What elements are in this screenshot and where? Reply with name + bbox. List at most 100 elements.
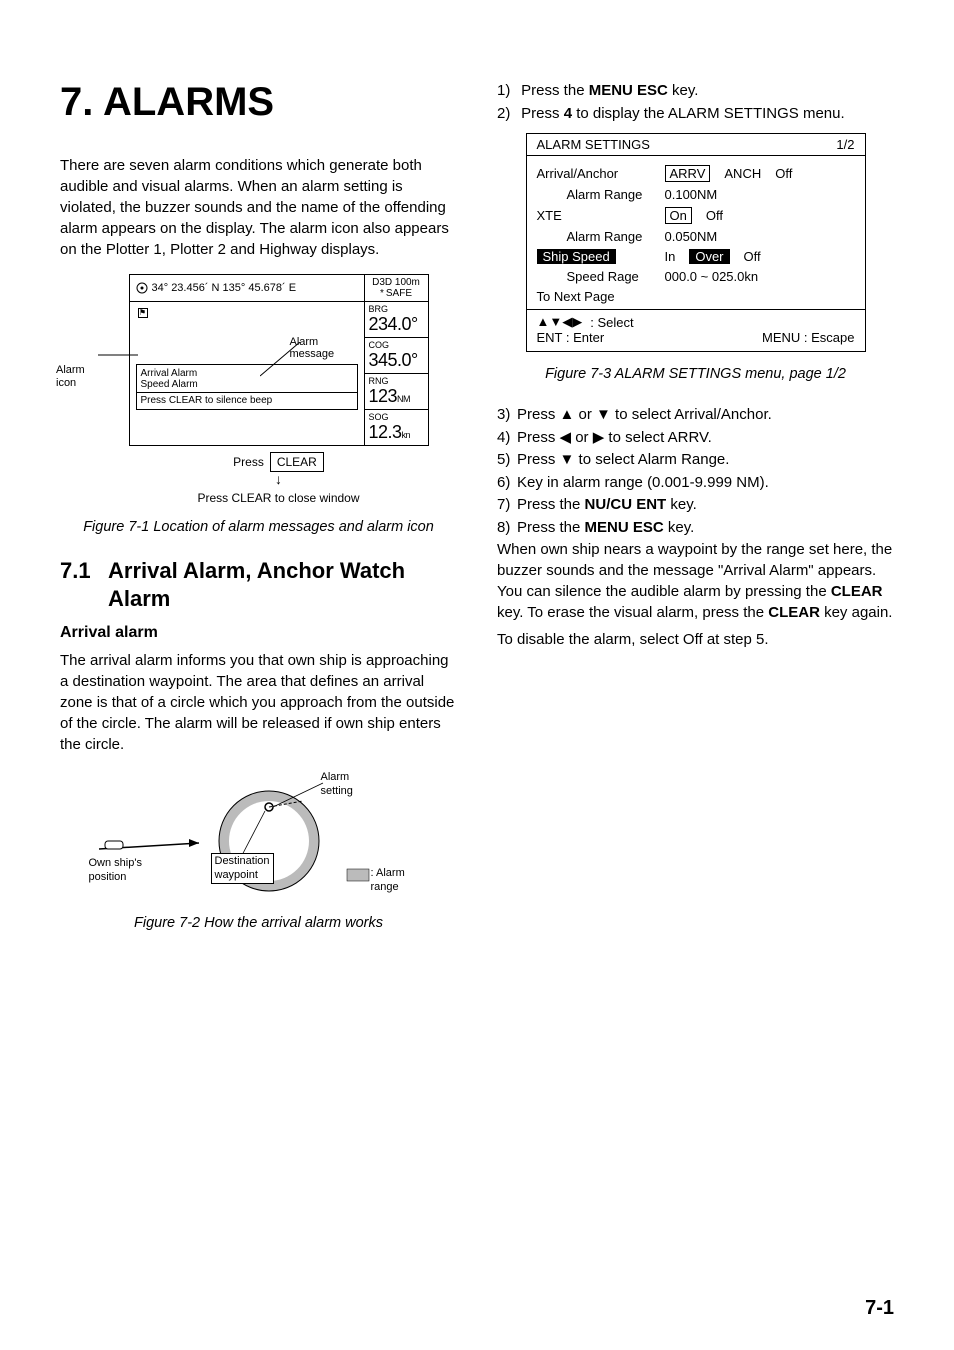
menu-opt-off[interactable]: Off <box>775 166 792 181</box>
step-1-text-a: Press the <box>521 82 589 99</box>
menu-lbl-ship-speed: Ship Speed <box>537 249 616 264</box>
fig2-alarm-range-label: : Alarm range <box>371 867 429 893</box>
menu-opt-in[interactable]: In <box>665 249 676 264</box>
trailer-1e: key again. <box>820 604 893 621</box>
fig1-alarm-icon-label-1: Alarm <box>56 364 85 376</box>
step-3-text: Press ▲ or ▼ to select Arrival/Anchor. <box>517 406 772 423</box>
step-2-text-a: Press <box>521 105 564 122</box>
section-number: 7.1 <box>60 557 108 612</box>
step-8: 8)Press the MENU ESC key. <box>497 517 894 540</box>
fig2-diagram: Alarmsetting Own ship'sposition Destinat… <box>89 771 429 901</box>
menu-lbl-range1: Alarm Range <box>537 187 665 202</box>
alarm-icon: ⚑ <box>138 308 148 318</box>
brg-label: BRG <box>369 304 424 314</box>
arrival-alarm-subheading: Arrival alarm <box>60 624 457 642</box>
trailer-paragraph-1: When own ship nears a waypoint by the ra… <box>497 539 894 623</box>
fig1-alarm-line2: Speed Alarm <box>141 379 353 390</box>
step-2-num: 2) <box>497 103 517 126</box>
step-8-c: key. <box>664 519 695 536</box>
cog-label: COG <box>369 340 424 350</box>
sog-unit: kn <box>402 430 411 440</box>
fig1-alarm-icon-label: Alarm icon <box>56 364 85 390</box>
fig1-alarm-message-box: Arrival Alarm Speed Alarm Press CLEAR to… <box>136 364 358 410</box>
alarm-settings-menu: ALARM SETTINGS 1/2 Arrival/Anchor ARRV A… <box>526 133 866 352</box>
menu-opt-arrv[interactable]: ARRV <box>665 165 711 182</box>
nav-arrows-icon: ▲▼◀▶ <box>537 314 583 330</box>
step-7-num: 7) <box>497 494 517 517</box>
brg-value: 234.0 <box>369 314 412 334</box>
menu-row-alarm-range-2[interactable]: Alarm Range 0.050NM <box>537 229 855 244</box>
step-2-text-b: to display the ALARM SETTINGS menu. <box>572 105 845 122</box>
section-title: Arrival Alarm, Anchor Watch Alarm <box>108 557 457 612</box>
menu-row-next-page[interactable]: To Next Page <box>537 289 855 304</box>
page-number: 7-1 <box>865 1297 894 1320</box>
step-5-text: Press ▼ to select Alarm Range. <box>517 451 729 468</box>
trailer-1d: CLEAR <box>768 604 820 621</box>
step-8-a: Press the <box>517 519 585 536</box>
menu-opt-over[interactable]: Over <box>689 249 729 264</box>
step-6-text: Key in alarm range (0.001-9.999 NM). <box>517 474 769 491</box>
step-4-text: Press ◀ or ▶ to select ARRV. <box>517 429 712 446</box>
step-7-b: NU/CU ENT <box>585 496 667 513</box>
fig1-caption: Figure 7-1 Location of alarm messages an… <box>60 517 457 537</box>
fig2-dest-wp-label: Destinationwaypoint <box>211 853 274 883</box>
step-7-a: Press the <box>517 496 585 513</box>
trailer-paragraph-2: To disable the alarm, select Off at step… <box>497 629 894 650</box>
step-1-bold: MENU ESC <box>589 82 668 99</box>
menu-lbl-range2: Alarm Range <box>537 229 665 244</box>
menu-val-speed-range: 000.0 ~ 025.0kn <box>665 269 759 284</box>
step-8-num: 8) <box>497 517 517 540</box>
menu-lbl-speed-range: Speed Rage <box>537 269 665 284</box>
menu-row-arrival-anchor[interactable]: Arrival/Anchor ARRV ANCH Off <box>537 165 855 182</box>
intro-paragraph: There are seven alarm conditions which g… <box>60 155 457 260</box>
arrow-down-icon: ↓ <box>100 474 457 485</box>
fig1-alarm-line1: Arrival Alarm <box>141 368 353 379</box>
menu-row-speed-range[interactable]: Speed Rage 000.0 ~ 025.0kn <box>537 269 855 284</box>
fig1-alarm-line3: Press CLEAR to silence beep <box>141 395 353 406</box>
step-1-num: 1) <box>497 80 517 103</box>
sog-label: SOG <box>369 412 424 422</box>
step-7: 7)Press the NU/CU ENT key. <box>497 494 894 517</box>
step-4-num: 4) <box>497 427 517 450</box>
fig1-press-close-label: Press CLEAR to close window <box>100 491 457 505</box>
menu-row-xte[interactable]: XTE On Off <box>537 207 855 224</box>
step-6-num: 6) <box>497 472 517 495</box>
fig1-star: * <box>380 288 384 299</box>
menu-lbl-xte: XTE <box>537 208 665 223</box>
menu-opt-speed-off[interactable]: Off <box>744 249 761 264</box>
target-icon <box>136 282 148 294</box>
fig2-alarm-setting-label: Alarmsetting <box>321 771 353 797</box>
menu-opt-xte-off[interactable]: Off <box>706 208 723 223</box>
menu-opt-anch[interactable]: ANCH <box>724 166 761 181</box>
step-1-text-b: key. <box>668 82 699 99</box>
menu-row-ship-speed[interactable]: Ship Speed In Over Off <box>537 249 855 264</box>
leader-line-icon-2 <box>98 350 142 360</box>
clear-button[interactable]: CLEAR <box>270 452 324 472</box>
fig1-display: 34° 23.456´ N 135° 45.678´ E D3D 100m * … <box>129 274 429 446</box>
rng-unit: NM <box>397 394 410 404</box>
step-3: 3)Press ▲ or ▼ to select Arrival/Anchor. <box>497 404 894 427</box>
trailer-1c: key. To erase the visual alarm, press th… <box>497 604 768 621</box>
step-1: 1) Press the MENU ESC key. <box>497 80 894 103</box>
menu-page: 1/2 <box>836 137 854 152</box>
step-5-num: 5) <box>497 449 517 472</box>
step-2-bold: 4 <box>564 105 572 122</box>
fig1-press-label: Press <box>233 455 264 469</box>
step-3-num: 3) <box>497 404 517 427</box>
menu-row-alarm-range-1[interactable]: Alarm Range 0.100NM <box>537 187 855 202</box>
menu-footer-select: : Select <box>590 315 633 330</box>
fig3-caption: Figure 7-3 ALARM SETTINGS menu, page 1/2 <box>497 364 894 384</box>
fig2-caption: Figure 7-2 How the arrival alarm works <box>60 913 457 933</box>
menu-opt-xte-on[interactable]: On <box>665 207 692 224</box>
fig2-own-ship-label: Own ship'sposition <box>89 857 142 883</box>
trailer-1b: CLEAR <box>831 583 883 600</box>
menu-footer-ent: ENT : Enter <box>537 330 605 345</box>
menu-title: ALARM SETTINGS <box>537 137 650 152</box>
menu-lbl-arrival: Arrival/Anchor <box>537 166 665 181</box>
cog-value: 345.0 <box>369 350 412 370</box>
fig1-alarm-icon-label-2: icon <box>56 377 76 389</box>
section-7-1-heading: 7.1 Arrival Alarm, Anchor Watch Alarm <box>60 557 457 612</box>
sog-value: 12.3 <box>369 422 402 442</box>
step-7-c: key. <box>666 496 697 513</box>
step-2: 2) Press 4 to display the ALARM SETTINGS… <box>497 103 894 126</box>
